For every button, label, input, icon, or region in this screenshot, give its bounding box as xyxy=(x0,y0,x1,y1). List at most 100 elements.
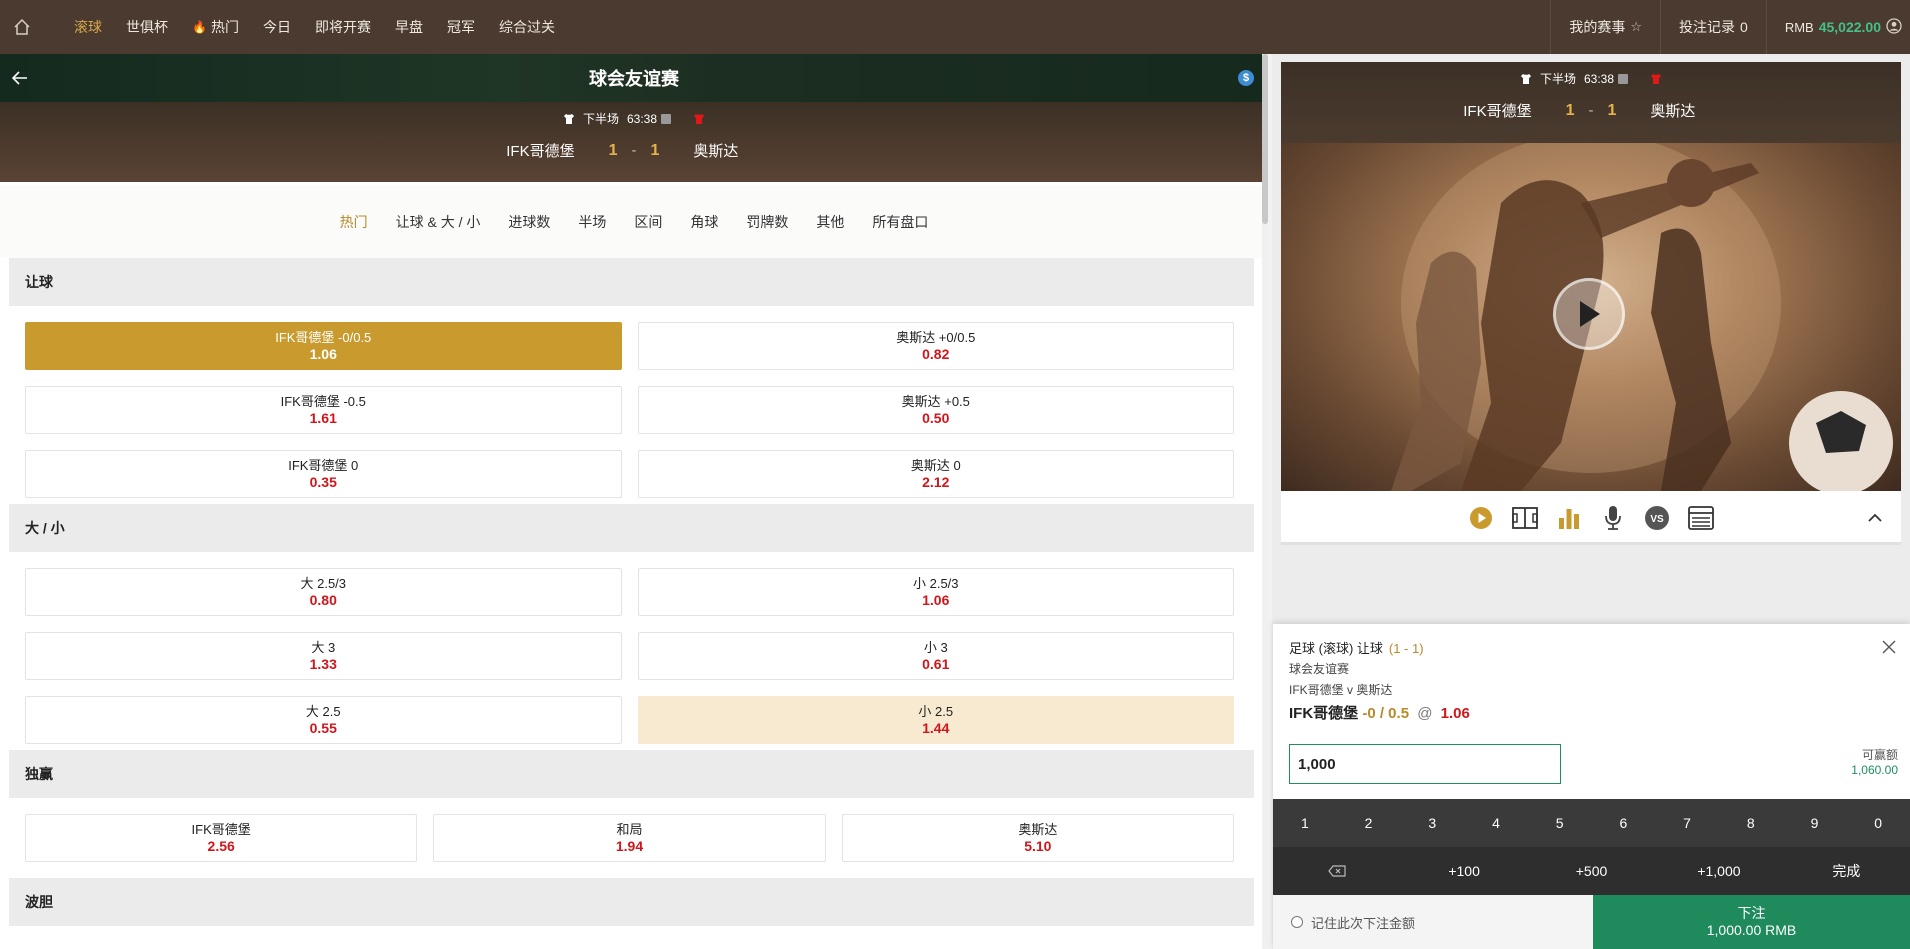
radio-icon[interactable] xyxy=(1291,916,1303,928)
nav-label: 冠军 xyxy=(446,19,475,35)
odds-button[interactable]: 大 2.5 0.55 xyxy=(25,696,622,744)
close-icon[interactable] xyxy=(1880,638,1898,656)
tab-cards[interactable]: 罚牌数 xyxy=(732,212,802,232)
key-9[interactable]: 9 xyxy=(1783,799,1847,847)
scrollbar[interactable] xyxy=(1262,54,1268,949)
remember-stake-toggle[interactable]: 记住此次下注金额 xyxy=(1273,895,1593,949)
odds-button[interactable]: IFK哥德堡 2.56 xyxy=(25,814,418,862)
svg-text:VS: VS xyxy=(1650,514,1664,525)
section-moneyline[interactable]: 独赢 xyxy=(9,750,1254,798)
tab-goals[interactable]: 进球数 xyxy=(494,212,564,232)
key-3[interactable]: 3 xyxy=(1400,799,1464,847)
add-100-button[interactable]: +100 xyxy=(1400,847,1527,895)
user-icon[interactable] xyxy=(1886,17,1902,37)
section-handicap[interactable]: 让球 xyxy=(9,258,1254,306)
odds-label: IFK哥德堡 xyxy=(191,821,251,837)
odds-button[interactable]: 奥斯达 5.10 xyxy=(841,814,1234,862)
tab-hot[interactable]: 热门 xyxy=(326,212,382,232)
my-events-link[interactable]: 我的赛事 ☆ xyxy=(1551,17,1660,37)
odds-button[interactable]: 大 2.5/3 0.80 xyxy=(25,568,622,616)
nav-item-hot[interactable]: 🔥 热门 xyxy=(180,0,251,54)
tab-corners[interactable]: 角球 xyxy=(676,212,732,232)
odds-button[interactable]: IFK哥德堡 -0.5 1.61 xyxy=(25,386,622,434)
match-time: 63:38 xyxy=(1583,71,1615,86)
bet-match: IFK哥德堡 v 奥斯达 xyxy=(1289,683,1393,697)
odds-button[interactable]: 奥斯达 +0/0.5 0.82 xyxy=(637,322,1234,370)
odds-button[interactable]: 奥斯达 0 2.12 xyxy=(637,450,1234,498)
balance-display[interactable]: RMB 45,022.00 xyxy=(1767,17,1910,37)
bet-record-link[interactable]: 投注记录 0 xyxy=(1661,17,1766,37)
nav-item-parlay[interactable]: 综合过关 xyxy=(487,0,567,54)
home-icon[interactable] xyxy=(2,0,42,54)
cashout-icon: $ xyxy=(1238,70,1254,86)
scrollbar-thumb[interactable] xyxy=(1262,54,1268,224)
moneyline-odds: IFK哥德堡 2.56 和局 1.94 奥斯达 5.10 xyxy=(0,798,1268,868)
nav-item-today[interactable]: 今日 xyxy=(251,0,303,54)
key-2[interactable]: 2 xyxy=(1337,799,1401,847)
nav-label: 即将开赛 xyxy=(314,19,371,35)
section-correct-score[interactable]: 波胆 xyxy=(9,878,1254,926)
nav-item-live[interactable]: 滚球 xyxy=(62,0,114,54)
nav-item-worldcup[interactable]: 世俱杯 xyxy=(114,0,180,54)
play-video-button[interactable] xyxy=(1553,278,1625,350)
balance-value: 45,022.00 xyxy=(1818,19,1881,35)
bet-league: 球会友谊赛 xyxy=(1289,662,1350,676)
tab-half[interactable]: 半场 xyxy=(564,212,620,232)
place-bet-button[interactable]: 下注 1,000.00 RMB xyxy=(1593,895,1910,949)
nav-right: 我的赛事 ☆ 投注记录 0 RMB 45,022.00 xyxy=(1550,0,1910,54)
league-title: 球会友谊赛 xyxy=(589,69,679,89)
odds-label: 奥斯达 xyxy=(1018,821,1058,837)
clock-icon xyxy=(661,113,672,124)
tab-other[interactable]: 其他 xyxy=(802,212,858,232)
back-arrow-icon[interactable] xyxy=(8,66,32,90)
odds-value: 1.94 xyxy=(615,837,644,854)
key-5[interactable]: 5 xyxy=(1528,799,1592,847)
section-over-under[interactable]: 大 / 小 xyxy=(9,504,1254,552)
done-button[interactable]: 完成 xyxy=(1783,847,1910,895)
bet-record-label: 投注记录 xyxy=(1679,19,1736,35)
odds-button[interactable]: 小 3 0.61 xyxy=(637,632,1234,680)
key-8[interactable]: 8 xyxy=(1719,799,1783,847)
stats-icon[interactable] xyxy=(1553,502,1585,534)
field-icon[interactable] xyxy=(1509,502,1541,534)
add-1000-button[interactable]: +1,000 xyxy=(1655,847,1782,895)
odds-button[interactable]: 小 2.5 1.44 xyxy=(637,696,1234,744)
nav-item-upcoming[interactable]: 即将开赛 xyxy=(303,0,383,54)
key-6[interactable]: 6 xyxy=(1592,799,1656,847)
league-bar: 球会友谊赛 $ xyxy=(0,54,1268,102)
odds-value: 0.82 xyxy=(922,345,950,362)
odds-button[interactable]: 和局 1.94 xyxy=(433,814,826,862)
odds-button[interactable]: 小 2.5/3 1.06 xyxy=(637,568,1234,616)
lineup-table-icon[interactable] xyxy=(1685,502,1717,534)
match-time: 63:38 xyxy=(626,111,658,126)
key-7[interactable]: 7 xyxy=(1655,799,1719,847)
number-keypad: 1 2 3 4 5 6 7 8 9 0 xyxy=(1273,799,1910,847)
away-score: 1 xyxy=(650,141,660,159)
stake-input[interactable] xyxy=(1289,744,1561,784)
flame-icon: 🔥 xyxy=(192,20,207,34)
home-score: 1 xyxy=(608,141,618,159)
play-icon[interactable] xyxy=(1465,502,1497,534)
nav-item-outright[interactable]: 冠军 xyxy=(435,0,487,54)
top-nav: 滚球 世俱杯 🔥 热门 今日 即将开赛 早盘 冠军 综合过关 我的赛事 ☆ 投注记… xyxy=(0,0,1910,54)
tab-interval[interactable]: 区间 xyxy=(620,212,676,232)
odds-button[interactable]: 大 3 1.33 xyxy=(25,632,622,680)
nav-item-early[interactable]: 早盘 xyxy=(383,0,435,54)
key-0[interactable]: 0 xyxy=(1846,799,1910,847)
home-team: IFK哥德堡 xyxy=(1463,103,1532,120)
add-500-button[interactable]: +500 xyxy=(1528,847,1655,895)
vs-icon[interactable]: VS xyxy=(1641,502,1673,534)
key-1[interactable]: 1 xyxy=(1273,799,1337,847)
odds-button[interactable]: 奥斯达 +0.5 0.50 xyxy=(637,386,1234,434)
key-4[interactable]: 4 xyxy=(1464,799,1528,847)
video-scoreboard: IFK哥德堡 1 - 1 奥斯达 xyxy=(1281,100,1901,121)
odds-button[interactable]: IFK哥德堡 0 0.35 xyxy=(25,450,622,498)
star-icon: ☆ xyxy=(1630,19,1643,34)
tab-handicap-ou[interactable]: 让球 & 大 / 小 xyxy=(382,212,495,232)
backspace-icon[interactable] xyxy=(1273,847,1400,895)
tab-all-markets[interactable]: 所有盘口 xyxy=(858,212,942,232)
odds-button[interactable]: IFK哥德堡 -0/0.5 1.06 xyxy=(25,322,622,370)
chevron-up-icon[interactable] xyxy=(1865,507,1885,527)
match-period: 下半场 xyxy=(1539,72,1576,86)
microphone-icon[interactable] xyxy=(1597,502,1629,534)
